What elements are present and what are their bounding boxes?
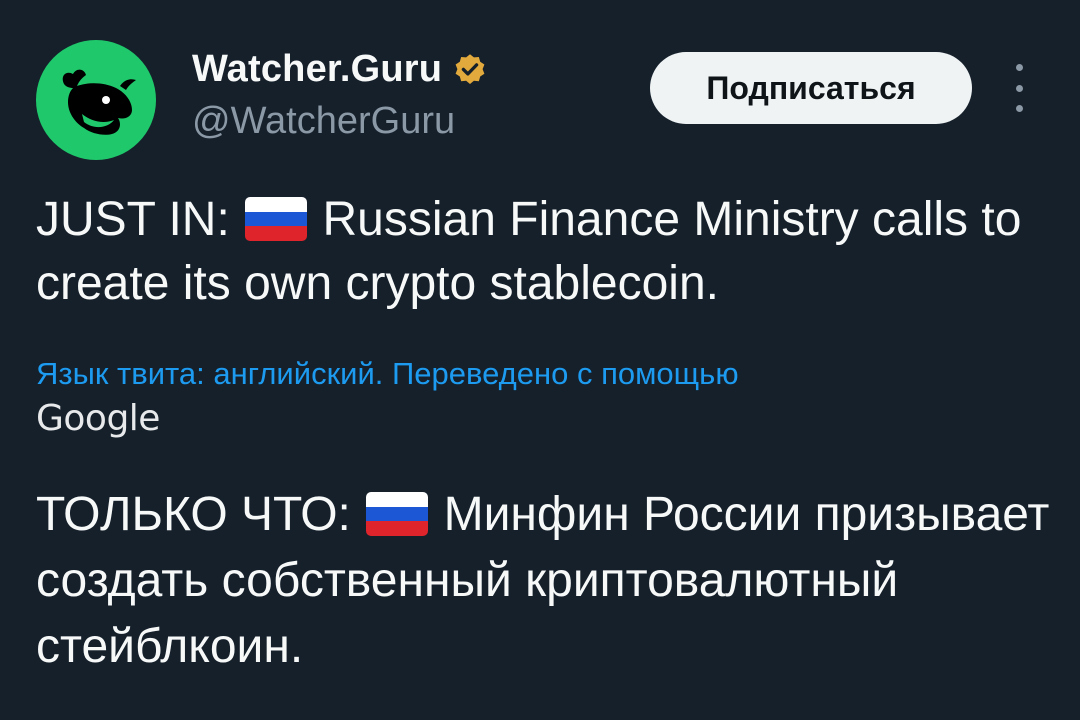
author-name-row: Watcher.Guru bbox=[192, 48, 488, 91]
author-name[interactable]: Watcher.Guru bbox=[192, 48, 442, 91]
tweet-text: JUST IN: Russian Finance Ministry calls … bbox=[36, 188, 1056, 316]
russia-flag-icon bbox=[245, 197, 308, 241]
translated-text: ТОЛЬКО ЧТО: Минфин России призывает созд… bbox=[36, 482, 1056, 680]
tweet-card: Watcher.Guru @WatcherGuru Подписаться JU… bbox=[0, 0, 1080, 720]
translated-prefix: ТОЛЬКО ЧТО: bbox=[36, 488, 351, 541]
whale-logo-icon bbox=[62, 69, 136, 135]
tweet-prefix: JUST IN: bbox=[36, 193, 230, 246]
follow-button[interactable]: Подписаться bbox=[650, 52, 972, 124]
more-options-icon[interactable] bbox=[1006, 64, 1032, 112]
avatar[interactable] bbox=[36, 40, 156, 160]
verified-badge-icon[interactable] bbox=[452, 52, 488, 88]
russia-flag-icon bbox=[366, 492, 429, 536]
google-logo: Google bbox=[36, 398, 160, 439]
translation-note[interactable]: Язык твита: английский. Переведено с пом… bbox=[36, 354, 1036, 394]
author-handle[interactable]: @WatcherGuru bbox=[192, 100, 455, 143]
